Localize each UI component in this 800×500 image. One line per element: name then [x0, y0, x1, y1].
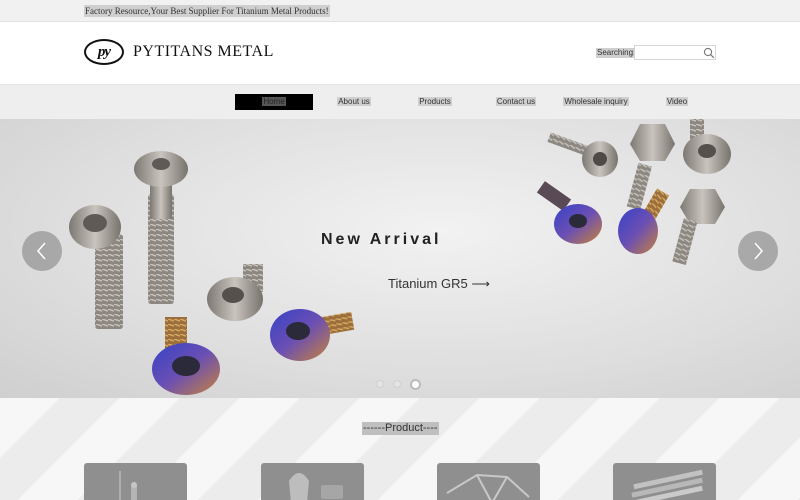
product-thumbnail	[289, 473, 343, 500]
search-box	[634, 45, 716, 60]
banner-subtitle-link[interactable]: Titanium GR5 ⟶	[388, 276, 490, 292]
nav-item-label: Video	[665, 97, 689, 106]
nav-item-home[interactable]: Home	[235, 94, 313, 110]
main-nav: Home About us Products Contact us Wholes…	[0, 84, 800, 119]
product-card[interactable]	[437, 463, 540, 500]
search-input[interactable]	[637, 47, 701, 58]
chevron-right-icon	[754, 242, 763, 260]
nav-item-contact-us[interactable]: Contact us	[484, 94, 548, 110]
nav-item-label: Home	[262, 97, 286, 106]
section-title: ------Product----	[362, 422, 439, 435]
product-thumbnail	[629, 469, 703, 500]
logo-icon[interactable]: py	[84, 39, 124, 65]
nav-item-wholesale-inquiry[interactable]: Wholesale inquiry	[558, 94, 634, 110]
brand-name[interactable]: PYTITANS METAL	[133, 43, 274, 61]
search-icon[interactable]	[703, 47, 715, 59]
slider-prev-button[interactable]	[22, 231, 62, 271]
nav-item-label: About us	[337, 97, 371, 106]
slider-dots	[376, 378, 421, 390]
nav-item-products[interactable]: Products	[405, 94, 465, 110]
top-bar: Factory Resource,Your Best Supplier For …	[0, 0, 800, 22]
nav-item-label: Contact us	[495, 97, 537, 106]
banner-title: New Arrival	[321, 231, 442, 248]
slider-next-button[interactable]	[738, 231, 778, 271]
slider-dot-active[interactable]	[410, 378, 421, 390]
product-card[interactable]	[613, 463, 716, 500]
product-thumbnail	[446, 473, 530, 500]
logo-text: py	[97, 43, 111, 60]
nav-item-video[interactable]: Video	[650, 94, 704, 110]
nav-item-label: Wholesale inquiry	[563, 97, 629, 106]
nav-item-label: Products	[418, 97, 452, 106]
slider-dot[interactable]	[376, 380, 384, 388]
site-slogan: Factory Resource,Your Best Supplier For …	[84, 5, 330, 17]
product-card[interactable]	[261, 463, 364, 500]
chevron-left-icon	[37, 242, 46, 260]
header: py PYTITANS METAL Searching:	[0, 22, 800, 84]
product-card[interactable]	[84, 463, 187, 500]
product-thumbnail	[119, 471, 137, 500]
search-label: Searching:	[596, 48, 637, 58]
hero-slider[interactable]: New Arrival Titanium GR5 ⟶	[0, 119, 800, 398]
banner-image	[69, 119, 731, 395]
product-section: ------Product----	[0, 398, 800, 500]
nav-item-about-us[interactable]: About us	[323, 94, 385, 110]
slider-dot[interactable]	[393, 380, 401, 388]
